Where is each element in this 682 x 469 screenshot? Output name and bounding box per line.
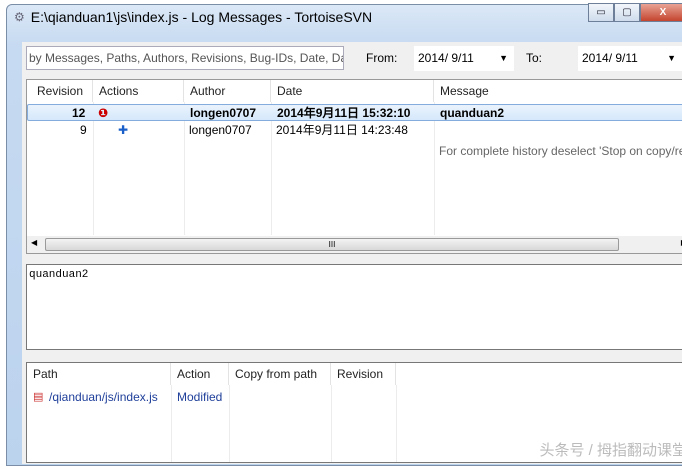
- column-header-copy-from-path[interactable]: Copy from path: [229, 363, 331, 385]
- js-file-icon: ▤: [33, 391, 44, 403]
- column-header-message[interactable]: Message: [434, 80, 682, 102]
- title-bar: ⚙ E:\qianduan1\js\index.js - Log Message…: [14, 9, 372, 25]
- action: Modified: [177, 390, 223, 404]
- changed-paths-list[interactable]: Path Action Copy from path Revision ▤ /q…: [26, 362, 682, 463]
- path: /qianduan/js/index.js: [49, 390, 158, 404]
- author: longen0707: [190, 106, 257, 120]
- scroll-thumb[interactable]: III: [45, 238, 619, 251]
- date: 2014年9月11日 14:23:48: [276, 123, 408, 137]
- horizontal-scrollbar[interactable]: ◀ III ▶: [27, 236, 682, 253]
- column-header-author[interactable]: Author: [184, 80, 271, 102]
- path-row[interactable]: ▤ /qianduan/js/index.js Modified: [27, 389, 682, 406]
- from-label: From:: [366, 51, 398, 65]
- column-header-actions[interactable]: Actions: [93, 80, 184, 102]
- column-header-action[interactable]: Action: [171, 363, 229, 385]
- modified-error-icon: ❶: [98, 106, 109, 120]
- maximize-button[interactable]: ▢: [614, 3, 640, 22]
- minimize-button[interactable]: ▭: [588, 3, 614, 22]
- log-list[interactable]: Revision Actions Author Date Message 12 …: [26, 79, 682, 254]
- revision: 9: [80, 123, 87, 137]
- column-header-revision[interactable]: Revision: [27, 80, 93, 102]
- chevron-down-icon: ▼: [499, 53, 508, 63]
- close-button[interactable]: X: [640, 3, 682, 22]
- message: quanduan2: [440, 106, 505, 120]
- column-header-date[interactable]: Date: [271, 80, 434, 102]
- revision: 12: [72, 106, 86, 120]
- window-title: E:\qianduan1\js\index.js - Log Messages …: [30, 9, 373, 25]
- date: 2014年9月11日 15:32:10: [277, 106, 411, 120]
- column-header-path[interactable]: Path: [27, 363, 171, 385]
- column-header-revision[interactable]: Revision: [331, 363, 396, 385]
- tortoisesvn-icon: ⚙: [14, 10, 25, 24]
- message-pane[interactable]: quanduan2: [26, 264, 682, 350]
- watermark: 头条号 / 拇指翻动课堂: [539, 442, 682, 459]
- search-filter-input[interactable]: by Messages, Paths, Authors, Revisions, …: [26, 46, 344, 70]
- to-label: To:: [526, 51, 543, 65]
- dialog-content: by Messages, Paths, Authors, Revisions, …: [22, 42, 682, 464]
- to-date-value: 2014/ 9/11: [582, 51, 638, 65]
- history-note: For complete history deselect 'Stop on c…: [439, 144, 682, 158]
- from-date-picker[interactable]: 2014/ 9/11 ▼: [414, 46, 514, 71]
- chevron-down-icon: ▼: [667, 53, 676, 63]
- scroll-left-icon[interactable]: ◀: [31, 238, 37, 247]
- from-date-value: 2014/ 9/11: [418, 51, 474, 65]
- added-icon: ✚: [118, 123, 129, 137]
- to-date-picker[interactable]: 2014/ 9/11 ▼: [578, 46, 682, 71]
- log-row[interactable]: 12 ❶ longen0707 2014年9月11日 15:32:10 quan…: [27, 104, 682, 121]
- message-text: quanduan2: [29, 269, 89, 281]
- author: longen0707: [189, 123, 252, 137]
- log-row[interactable]: 9 ✚ longen0707 2014年9月11日 14:23:48: [27, 122, 682, 139]
